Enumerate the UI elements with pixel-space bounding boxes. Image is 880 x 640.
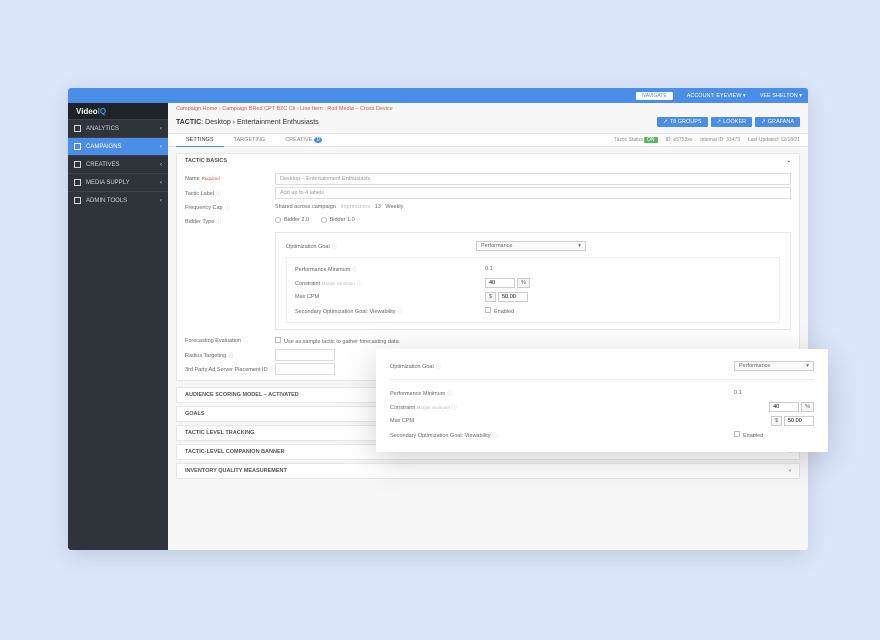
chevron-left-icon: ‹	[160, 162, 162, 168]
bidder-20-radio[interactable]: Bidder 2.0	[275, 217, 309, 223]
info-icon[interactable]: ⓘ	[228, 353, 233, 359]
admin-icon	[74, 197, 81, 204]
tab-creative[interactable]: CREATIVE0	[275, 134, 332, 146]
sidebar-item-media-supply[interactable]: MEDIA SUPPLY‹	[68, 173, 168, 191]
chevron-left-icon: ‹	[160, 180, 162, 186]
info-icon[interactable]: ⓘ	[216, 191, 221, 197]
chevron-left-icon: ‹	[160, 126, 162, 132]
chevron-left-icon: ‹	[160, 198, 162, 204]
bidder-10-radio[interactable]: Bidder 1.0	[321, 217, 355, 223]
optimization-popover: Optimization Goalⓘ Performance▾ Performa…	[376, 349, 828, 452]
radius-input[interactable]	[275, 349, 335, 361]
placement-id-input[interactable]	[275, 363, 335, 375]
top-bar: NAVIGATE ACCOUNT: EYEVIEW ▾ VEE SHELTON …	[68, 88, 808, 103]
breadcrumb-text: Line Item	[300, 106, 323, 112]
optimization-goal-select[interactable]: Performance▾	[734, 361, 814, 371]
t8-groups-button[interactable]: ↗T8 GROUPS	[657, 117, 707, 127]
creatives-icon	[74, 161, 81, 168]
info-icon[interactable]: ⓘ	[332, 244, 337, 250]
sidebar-item-analytics[interactable]: ANALYTICS‹	[68, 119, 168, 137]
account-menu[interactable]: ACCOUNT: EYEVIEW ▾	[687, 93, 746, 99]
chevron-down-icon: ▾	[806, 363, 809, 369]
info-icon[interactable]: ⓘ	[216, 219, 221, 225]
navigate-button[interactable]: NAVIGATE	[636, 92, 673, 100]
sidebar-item-admin-tools[interactable]: ADMIN TOOLS‹	[68, 191, 168, 209]
tab-targeting[interactable]: TARGETING	[224, 134, 276, 146]
user-menu[interactable]: VEE SHELTON ▾	[760, 93, 802, 99]
panel-tactic-basics: TACTIC BASICS⌄ NameRequired Desktop – En…	[176, 153, 800, 381]
info-icon[interactable]: ⓘ	[436, 364, 441, 370]
page-title: TACTIC: Desktop › Entertainment Enthusia…	[176, 119, 319, 126]
tab-settings[interactable]: SETTINGS	[176, 134, 224, 147]
optimization-block: Optimization Goalⓘ Performance▾ Performa…	[275, 232, 791, 330]
panel-header[interactable]: TACTIC BASICS⌄	[177, 154, 799, 168]
enabled-checkbox[interactable]	[734, 431, 740, 437]
campaigns-icon	[74, 143, 81, 150]
breadcrumb-link[interactable]: Campaign BRed CPT B2C Cli	[222, 106, 295, 112]
info-icon[interactable]: ⓘ	[447, 391, 452, 397]
sidebar-item-campaigns[interactable]: CAMPAIGNS‹	[68, 137, 168, 155]
looker-button[interactable]: ↗LOOKER	[711, 117, 753, 127]
app-window: NAVIGATE ACCOUNT: EYEVIEW ▾ VEE SHELTON …	[68, 88, 808, 550]
breadcrumb-link[interactable]: Campaign Home	[176, 106, 217, 112]
panel-inventory-quality[interactable]: INVENTORY QUALITY MEASUREMENT‹	[176, 463, 800, 479]
link-icon: ↗	[717, 119, 722, 125]
constraint-input[interactable]	[485, 278, 515, 288]
sidebar: VideoIQ ANALYTICS‹ CAMPAIGNS‹ CREATIVES‹…	[68, 103, 168, 550]
constraint-input[interactable]	[769, 402, 799, 412]
media-icon	[74, 179, 81, 186]
maxcpm-input[interactable]	[784, 416, 814, 426]
content-area: Campaign Home › Campaign BRed CPT B2C Cl…	[168, 103, 808, 550]
chevron-left-icon: ‹	[160, 144, 162, 150]
enabled-checkbox[interactable]	[485, 307, 491, 313]
account-name: EYEVIEW ▾	[716, 93, 745, 99]
breadcrumb-link[interactable]: Rod Media – Cross Device	[327, 106, 392, 112]
tabs: SETTINGS TARGETING CREATIVE0 Tactic Stat…	[168, 133, 808, 147]
forecast-checkbox[interactable]	[275, 337, 281, 343]
breadcrumb: Campaign Home › Campaign BRed CPT B2C Cl…	[168, 103, 808, 115]
sidebar-item-creatives[interactable]: CREATIVES‹	[68, 155, 168, 173]
optimization-goal-select[interactable]: Performance▾	[476, 241, 586, 251]
link-icon: ↗	[663, 119, 668, 125]
name-input[interactable]: Desktop – Entertainment Enthusiasts	[275, 173, 791, 185]
info-icon[interactable]: ⓘ	[225, 205, 230, 211]
status-badge: ON	[644, 137, 658, 143]
link-icon: ↗	[761, 119, 766, 125]
account-label: ACCOUNT:	[687, 93, 715, 99]
tactic-label-input[interactable]: Add up to 4 labels	[275, 187, 791, 199]
info-icon[interactable]: ⓘ	[397, 309, 402, 315]
chevron-left-icon: ‹	[789, 468, 791, 474]
info-icon[interactable]: ⓘ	[270, 367, 275, 373]
chevron-down-icon: ▾	[578, 243, 581, 249]
analytics-icon	[74, 125, 81, 132]
grafana-button[interactable]: ↗GRAFANA	[755, 117, 800, 127]
info-icon[interactable]: ⓘ	[357, 281, 362, 287]
maxcpm-input[interactable]	[498, 292, 528, 302]
info-icon[interactable]: ⓘ	[492, 433, 497, 439]
info-icon[interactable]: ⓘ	[352, 267, 357, 273]
logo: VideoIQ	[68, 103, 168, 119]
info-icon[interactable]: ⓘ	[452, 405, 457, 411]
chevron-down-icon: ⌄	[786, 158, 791, 164]
